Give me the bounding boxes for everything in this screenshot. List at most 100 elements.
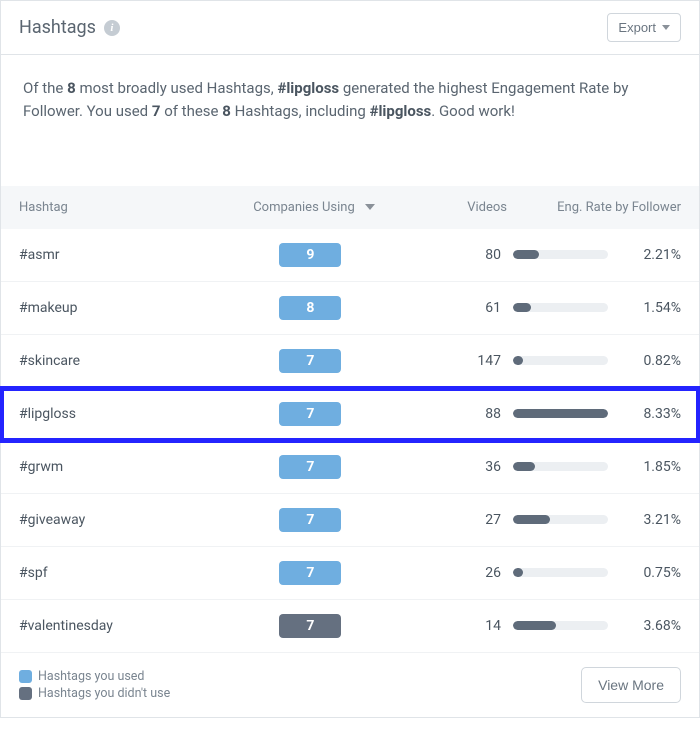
hashtag-cell: #valentinesday — [19, 618, 236, 634]
eng-cell: 0.75% — [513, 565, 681, 581]
table-row[interactable]: #spf 7 26 0.75% — [1, 547, 699, 600]
companies-cell: 7 — [236, 614, 384, 638]
summary-top-hashtag2: #lipgloss — [370, 102, 432, 120]
swatch-unused-icon — [19, 687, 32, 700]
companies-cell: 7 — [236, 402, 384, 426]
table-row[interactable]: #lipgloss 7 88 8.33% — [1, 388, 699, 441]
summary-tail: . Good work! — [431, 102, 515, 120]
eng-value: 0.82% — [626, 353, 681, 369]
videos-cell: 88 — [384, 406, 513, 422]
companies-badge: 7 — [279, 614, 341, 638]
table-header: Hashtag Companies Using Videos Eng. Rate… — [1, 186, 699, 229]
table-spacer — [1, 146, 699, 186]
videos-cell: 27 — [384, 512, 513, 528]
hashtag-cell: #spf — [19, 565, 236, 581]
companies-cell: 7 — [236, 561, 384, 585]
eng-value: 2.21% — [626, 247, 681, 263]
companies-cell: 9 — [236, 243, 384, 267]
hashtag-cell: #skincare — [19, 353, 236, 369]
eng-bar-track — [513, 568, 608, 577]
hashtag-cell: #lipgloss — [19, 406, 236, 422]
videos-cell: 14 — [384, 618, 513, 634]
col-header-companies[interactable]: Companies Using — [239, 200, 389, 215]
panel-footer: Hashtags you used Hashtags you didn't us… — [1, 653, 699, 717]
sort-caret-icon — [365, 204, 375, 210]
legend-item-unused: Hashtags you didn't use — [19, 686, 170, 701]
videos-cell: 61 — [384, 300, 513, 316]
panel-title: Hashtags — [19, 17, 96, 38]
legend: Hashtags you used Hashtags you didn't us… — [19, 667, 170, 703]
eng-bar-track — [513, 462, 608, 471]
summary-count2: 8 — [222, 102, 231, 120]
eng-cell: 3.68% — [513, 618, 681, 634]
table-row[interactable]: #valentinesday 7 14 3.68% — [1, 600, 699, 653]
hashtag-cell: #grwm — [19, 459, 236, 475]
eng-bar-fill — [513, 356, 523, 365]
summary-mid3: of these — [160, 102, 222, 120]
eng-bar-fill — [513, 303, 531, 312]
summary-pre: Of the — [23, 79, 67, 97]
eng-bar-fill — [513, 250, 539, 259]
export-label: Export — [618, 20, 656, 35]
eng-bar-track — [513, 356, 608, 365]
legend-unused-label: Hashtags you didn't use — [38, 686, 170, 701]
companies-badge: 7 — [279, 561, 341, 585]
table-row[interactable]: #makeup 8 61 1.54% — [1, 282, 699, 335]
videos-cell: 26 — [384, 565, 513, 581]
panel-title-wrap: Hashtags i — [19, 17, 120, 38]
eng-bar-track — [513, 409, 608, 418]
eng-value: 8.33% — [626, 406, 681, 422]
eng-cell: 3.21% — [513, 512, 681, 528]
eng-bar-fill — [513, 462, 535, 471]
eng-bar-fill — [513, 621, 556, 630]
summary-count1: 8 — [67, 79, 76, 97]
companies-cell: 8 — [236, 296, 384, 320]
panel-header: Hashtags i Export — [1, 1, 699, 55]
eng-bar-track — [513, 250, 608, 259]
summary-mid1: most broadly used Hashtags, — [76, 79, 278, 97]
companies-badge: 7 — [279, 349, 341, 373]
videos-cell: 147 — [384, 353, 513, 369]
companies-cell: 7 — [236, 508, 384, 532]
companies-cell: 7 — [236, 455, 384, 479]
eng-value: 1.54% — [626, 300, 681, 316]
swatch-used-icon — [19, 670, 32, 683]
col-header-videos[interactable]: Videos — [389, 200, 519, 215]
table-row[interactable]: #asmr 9 80 2.21% — [1, 229, 699, 282]
col-header-hashtag[interactable]: Hashtag — [19, 200, 239, 215]
hashtags-panel: Hashtags i Export Of the 8 most broadly … — [0, 0, 700, 718]
companies-badge: 7 — [279, 508, 341, 532]
legend-item-used: Hashtags you used — [19, 669, 170, 684]
videos-cell: 80 — [384, 247, 513, 263]
eng-bar-track — [513, 515, 608, 524]
export-button[interactable]: Export — [607, 13, 681, 42]
hashtag-cell: #makeup — [19, 300, 236, 316]
companies-badge: 9 — [279, 243, 341, 267]
col-header-eng[interactable]: Eng. Rate by Follower — [519, 200, 681, 215]
table-body: #asmr 9 80 2.21% #makeup 8 61 1.54% #skincare 7 14… — [1, 229, 699, 653]
eng-value: 1.85% — [626, 459, 681, 475]
eng-cell: 0.82% — [513, 353, 681, 369]
summary-text: Of the 8 most broadly used Hashtags, #li… — [1, 55, 699, 146]
eng-cell: 1.54% — [513, 300, 681, 316]
info-icon[interactable]: i — [104, 20, 120, 36]
companies-badge: 7 — [279, 402, 341, 426]
eng-value: 0.75% — [626, 565, 681, 581]
table-row[interactable]: #grwm 7 36 1.85% — [1, 441, 699, 494]
hashtag-cell: #giveaway — [19, 512, 236, 528]
eng-value: 3.68% — [626, 618, 681, 634]
hashtag-cell: #asmr — [19, 247, 236, 263]
eng-cell: 2.21% — [513, 247, 681, 263]
view-more-button[interactable]: View More — [581, 667, 681, 703]
eng-value: 3.21% — [626, 512, 681, 528]
eng-cell: 8.33% — [513, 406, 681, 422]
companies-badge: 8 — [279, 296, 341, 320]
col-header-companies-label: Companies Using — [253, 200, 355, 215]
eng-cell: 1.85% — [513, 459, 681, 475]
summary-mid4: Hashtags, including — [231, 102, 370, 120]
videos-cell: 36 — [384, 459, 513, 475]
table-row[interactable]: #skincare 7 147 0.82% — [1, 335, 699, 388]
companies-badge: 7 — [279, 455, 341, 479]
table-row[interactable]: #giveaway 7 27 3.21% — [1, 494, 699, 547]
chevron-down-icon — [662, 25, 670, 30]
